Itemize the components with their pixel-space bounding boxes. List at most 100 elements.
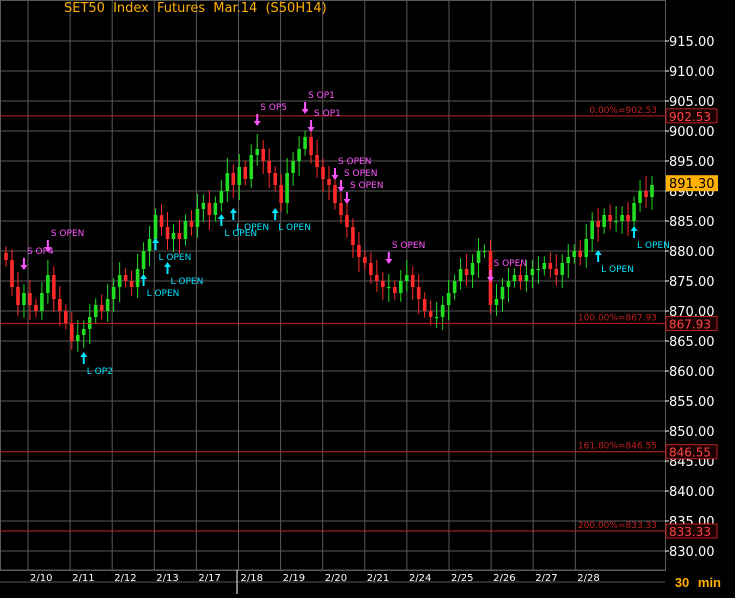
- interval-label[interactable]: 30 min: [675, 575, 721, 590]
- signal-label: L OPEN: [278, 223, 311, 233]
- short-arrow-icon: [301, 109, 309, 114]
- price-tag-label: 833.33: [669, 525, 711, 539]
- candle-body: [183, 221, 188, 239]
- y-tick-label: 910.00: [669, 65, 715, 80]
- candle-body: [189, 221, 194, 227]
- candle-body: [231, 173, 236, 185]
- candle-body: [225, 173, 230, 191]
- plot-frame: [0, 0, 666, 571]
- candle-body: [608, 215, 612, 221]
- fib-level-label: 100.00%=867.93: [578, 313, 657, 323]
- candle-body: [590, 221, 594, 239]
- y-tick-label: 840.00: [669, 485, 715, 500]
- candle-body: [392, 287, 397, 293]
- signal-label: S OPEN: [494, 259, 528, 269]
- signal-label: S OPEN: [338, 157, 372, 167]
- long-arrow-icon: [80, 352, 88, 357]
- candle-body: [560, 263, 565, 275]
- candle-body: [345, 215, 349, 227]
- signal-label: S OPEN: [344, 169, 378, 179]
- short-arrow-icon: [343, 199, 351, 204]
- candle-body: [171, 233, 176, 239]
- candle-body: [147, 239, 152, 251]
- candle-body: [249, 155, 254, 179]
- candle-body: [351, 227, 355, 245]
- candle-body: [542, 263, 547, 269]
- candle-body: [458, 269, 463, 281]
- candle-body: [530, 269, 535, 275]
- candle-body: [572, 251, 577, 257]
- candle-body: [578, 251, 583, 257]
- candle-body: [237, 167, 242, 185]
- candle-body: [267, 161, 271, 173]
- short-arrow-icon: [253, 121, 261, 126]
- long-arrow-icon: [140, 274, 148, 279]
- candle-body: [638, 191, 642, 203]
- candle-body: [440, 305, 445, 317]
- y-tick-label: 880.00: [669, 245, 715, 260]
- candle-body: [596, 221, 600, 227]
- candle-body: [273, 173, 277, 185]
- candle-body: [554, 269, 559, 275]
- y-tick-label: 875.00: [669, 275, 715, 290]
- fib-level-label: 161.80%=846.55: [578, 442, 657, 452]
- price-tag-label: 867.93: [669, 317, 711, 331]
- candle-body: [339, 203, 343, 215]
- y-tick-label: 895.00: [669, 155, 715, 170]
- candle-body: [614, 221, 618, 223]
- candle-body: [357, 245, 361, 257]
- candle-body: [428, 311, 433, 317]
- candle-body: [64, 311, 68, 323]
- candle-body: [297, 149, 301, 161]
- signal-label: L OPEN: [171, 277, 204, 287]
- candle-body: [117, 275, 122, 287]
- candle-body: [58, 299, 62, 311]
- candle-body: [285, 173, 289, 203]
- signal-label: S OPEN: [350, 181, 384, 191]
- candle-body: [512, 275, 517, 281]
- chart-title: SET50 Index Futures Mar.14 (S50H14): [64, 1, 327, 16]
- candle-body: [446, 293, 451, 305]
- candle-body: [410, 275, 415, 287]
- candle-body: [207, 203, 212, 215]
- candle-body: [303, 137, 307, 149]
- candle-body: [464, 269, 469, 275]
- candle-body: [243, 167, 248, 179]
- candle-body: [482, 251, 487, 253]
- candle-body: [69, 323, 74, 341]
- candle-body: [333, 185, 337, 203]
- chart-area: 915.00 910.00 905.00 900.00 895.00 890.00 885.…: [0, 0, 735, 598]
- candle-body: [123, 275, 128, 281]
- candle-body: [321, 167, 325, 179]
- candle-body: [369, 263, 373, 275]
- signal-label: S OPEN: [51, 229, 85, 239]
- candle-body: [201, 203, 206, 209]
- candle-body: [46, 275, 50, 293]
- candle-body: [195, 209, 200, 227]
- candle-body: [363, 257, 367, 263]
- candle-body: [518, 275, 523, 281]
- candle-body: [434, 317, 439, 319]
- candle-body: [135, 269, 140, 287]
- price-tag-label: 902.53: [669, 110, 711, 124]
- candle-body: [10, 260, 14, 287]
- candle-body: [93, 305, 98, 317]
- y-tick-label: 865.00: [669, 335, 715, 350]
- candle-body: [75, 335, 80, 341]
- candle-body: [153, 215, 158, 239]
- candle-body: [470, 263, 475, 275]
- candle-body: [105, 299, 110, 311]
- candle-body: [255, 149, 260, 155]
- candle-body: [327, 179, 331, 185]
- candle-body: [620, 215, 624, 221]
- long-arrow-icon: [630, 226, 638, 231]
- candle-body: [650, 185, 654, 197]
- candle-body: [506, 281, 511, 287]
- signal-label: S OP1: [314, 109, 341, 119]
- signal-label: L OPEN: [637, 241, 670, 251]
- candle-body: [99, 305, 104, 311]
- y-tick-label: 855.00: [669, 395, 715, 410]
- candle-body: [524, 275, 529, 281]
- y-tick-label: 900.00: [669, 125, 715, 140]
- candle-body: [404, 275, 409, 281]
